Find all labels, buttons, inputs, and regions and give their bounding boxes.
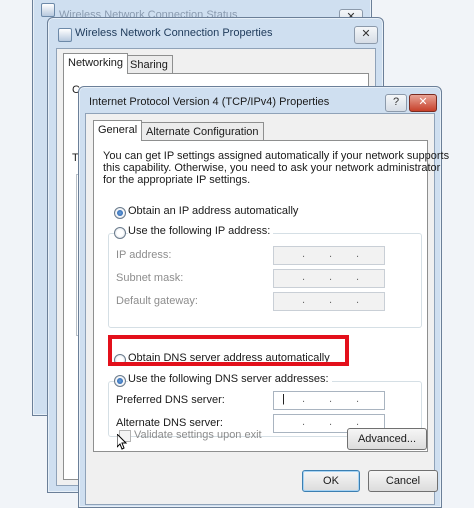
subnet-mask-label: Subnet mask: [116, 272, 184, 284]
ipv4-properties-dialog: Internet Protocol Version 4 (TCP/IPv4) P… [78, 86, 449, 508]
network-icon [41, 3, 55, 17]
ip-address-input[interactable]: ... [273, 246, 385, 265]
properties-window-close-button[interactable]: ✕ [354, 26, 378, 44]
use-following-ip-label[interactable]: Use the following IP address: [128, 225, 274, 237]
description-line-1: You can get IP settings assigned automat… [103, 150, 450, 162]
use-following-ip-radio[interactable] [114, 227, 126, 239]
default-gateway-label: Default gateway: [116, 295, 198, 307]
tab-general[interactable]: General [93, 120, 143, 141]
obtain-ip-auto-label[interactable]: Obtain an IP address automatically [128, 205, 298, 217]
dialog-title: Internet Protocol Version 4 (TCP/IPv4) P… [89, 96, 330, 108]
subnet-mask-input[interactable]: ... [273, 269, 385, 288]
tab-sharing[interactable]: Sharing [125, 55, 173, 74]
mouse-cursor-icon [116, 432, 129, 453]
cancel-button[interactable]: Cancel [368, 470, 438, 492]
use-following-dns-radio[interactable] [114, 375, 126, 387]
ok-button[interactable]: OK [302, 470, 360, 492]
default-gateway-input[interactable]: ... [273, 292, 385, 311]
use-following-dns-label[interactable]: Use the following DNS server addresses: [128, 373, 332, 385]
description-line-2: this capability. Otherwise, you need to … [103, 162, 441, 174]
dialog-close-button[interactable]: ✕ [409, 94, 437, 112]
preferred-dns-label: Preferred DNS server: [116, 394, 225, 406]
validate-settings-label[interactable]: Validate settings upon exit [134, 429, 262, 441]
alternate-dns-label: Alternate DNS server: [116, 417, 223, 429]
network-icon [58, 28, 72, 42]
properties-window-title: Wireless Network Connection Properties [75, 27, 273, 39]
advanced-button[interactable]: Advanced... [347, 428, 427, 450]
dialog-body: General Alternate Configuration You can … [85, 113, 449, 505]
help-button[interactable]: ? [385, 94, 407, 112]
dns-option-highlight [108, 335, 349, 366]
tab-alternate-configuration[interactable]: Alternate Configuration [141, 122, 264, 141]
tab-networking[interactable]: Networking [63, 53, 129, 74]
obtain-ip-auto-radio[interactable] [114, 207, 126, 219]
preferred-dns-input[interactable]: |... [273, 391, 385, 410]
general-panel: You can get IP settings assigned automat… [93, 140, 449, 452]
description-line-3: for the appropriate IP settings. [103, 174, 251, 186]
ip-address-label: IP address: [116, 249, 172, 261]
